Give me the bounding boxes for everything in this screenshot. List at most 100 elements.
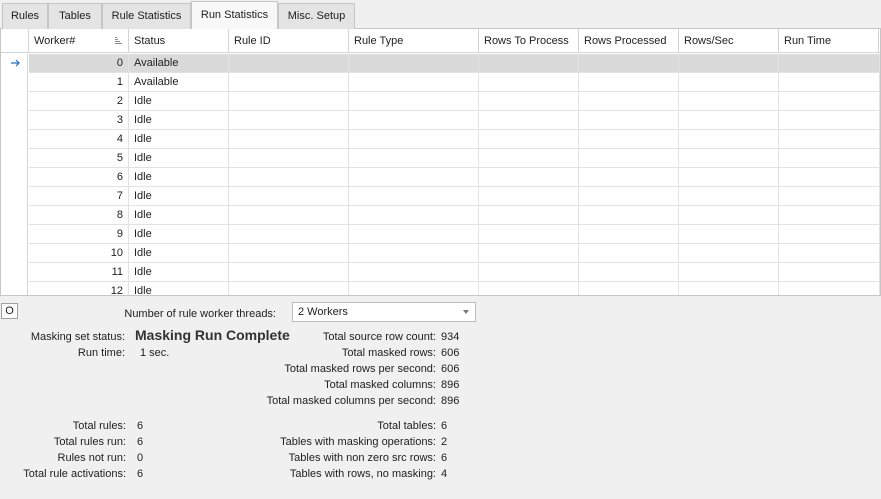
cell-empty[interactable]	[229, 130, 349, 149]
cell-worker[interactable]: 9	[29, 225, 129, 244]
cell-empty[interactable]	[479, 244, 579, 263]
table-row[interactable]: 7 Idle	[1, 187, 880, 206]
cell-worker[interactable]: 1	[29, 73, 129, 92]
table-row[interactable]: 9 Idle	[1, 225, 880, 244]
cell-empty[interactable]	[479, 111, 579, 130]
column-header-rows-per-sec[interactable]: Rows/Sec	[679, 29, 779, 53]
column-header-run-time[interactable]: Run Time	[779, 29, 879, 53]
cell-empty[interactable]	[779, 187, 880, 206]
cell-status[interactable]: Idle	[129, 244, 229, 263]
cell-empty[interactable]	[479, 168, 579, 187]
cell-empty[interactable]	[479, 92, 579, 111]
cell-empty[interactable]	[679, 73, 779, 92]
cell-empty[interactable]	[579, 168, 679, 187]
cell-empty[interactable]	[479, 149, 579, 168]
cell-empty[interactable]	[579, 282, 679, 295]
table-row[interactable]: 8 Idle	[1, 206, 880, 225]
cell-empty[interactable]	[779, 263, 880, 282]
cell-worker[interactable]: 3	[29, 111, 129, 130]
cell-empty[interactable]	[479, 54, 579, 73]
cell-worker[interactable]: 2	[29, 92, 129, 111]
worker-threads-select[interactable]: 2 Workers	[292, 302, 476, 322]
cell-empty[interactable]	[479, 73, 579, 92]
cell-empty[interactable]	[349, 206, 479, 225]
cell-empty[interactable]	[579, 244, 679, 263]
cell-empty[interactable]	[349, 282, 479, 295]
cell-empty[interactable]	[479, 282, 579, 295]
tab-run-statistics[interactable]: Run Statistics	[191, 1, 278, 30]
cell-empty[interactable]	[479, 225, 579, 244]
cell-empty[interactable]	[679, 149, 779, 168]
cell-empty[interactable]	[349, 130, 479, 149]
cell-empty[interactable]	[229, 54, 349, 73]
cell-empty[interactable]	[579, 111, 679, 130]
cell-empty[interactable]	[479, 206, 579, 225]
cell-empty[interactable]	[679, 244, 779, 263]
cell-empty[interactable]	[579, 225, 679, 244]
cell-empty[interactable]	[349, 149, 479, 168]
cell-empty[interactable]	[579, 54, 679, 73]
cell-empty[interactable]	[229, 168, 349, 187]
cell-worker[interactable]: 5	[29, 149, 129, 168]
cell-empty[interactable]	[229, 206, 349, 225]
cell-empty[interactable]	[779, 130, 880, 149]
cell-worker[interactable]: 0	[29, 54, 129, 73]
cell-empty[interactable]	[579, 73, 679, 92]
cell-empty[interactable]	[779, 225, 880, 244]
cell-empty[interactable]	[479, 130, 579, 149]
cell-worker[interactable]: 4	[29, 130, 129, 149]
cell-empty[interactable]	[479, 263, 579, 282]
column-header-rows-to-process[interactable]: Rows To Process	[479, 29, 579, 53]
cell-empty[interactable]	[679, 54, 779, 73]
cell-empty[interactable]	[779, 111, 880, 130]
cell-empty[interactable]	[779, 206, 880, 225]
tab-misc-setup[interactable]: Misc. Setup	[278, 3, 355, 29]
cell-empty[interactable]	[779, 282, 880, 295]
cell-empty[interactable]	[349, 92, 479, 111]
table-row[interactable]: 11 Idle	[1, 263, 880, 282]
cell-empty[interactable]	[679, 206, 779, 225]
cell-status[interactable]: Idle	[129, 130, 229, 149]
options-button[interactable]: O	[1, 303, 18, 319]
cell-empty[interactable]	[579, 92, 679, 111]
worker-grid[interactable]: Worker# Status Rule ID Rule Type Rows To…	[0, 29, 881, 296]
cell-empty[interactable]	[779, 168, 880, 187]
cell-status[interactable]: Idle	[129, 149, 229, 168]
cell-status[interactable]: Idle	[129, 187, 229, 206]
table-row[interactable]: 5 Idle	[1, 149, 880, 168]
cell-empty[interactable]	[349, 187, 479, 206]
cell-empty[interactable]	[349, 244, 479, 263]
tab-rule-statistics[interactable]: Rule Statistics	[102, 3, 191, 29]
cell-empty[interactable]	[679, 92, 779, 111]
cell-status[interactable]: Idle	[129, 282, 229, 295]
cell-empty[interactable]	[349, 225, 479, 244]
table-row[interactable]: 1 Available	[1, 73, 880, 92]
cell-empty[interactable]	[229, 263, 349, 282]
cell-empty[interactable]	[579, 206, 679, 225]
cell-empty[interactable]	[349, 263, 479, 282]
cell-worker[interactable]: 10	[29, 244, 129, 263]
cell-status[interactable]: Idle	[129, 111, 229, 130]
cell-empty[interactable]	[679, 225, 779, 244]
cell-empty[interactable]	[229, 225, 349, 244]
cell-empty[interactable]	[349, 73, 479, 92]
table-row[interactable]: 12 Idle	[1, 282, 880, 295]
table-row[interactable]: 4 Idle	[1, 130, 880, 149]
cell-empty[interactable]	[679, 168, 779, 187]
cell-empty[interactable]	[229, 92, 349, 111]
cell-empty[interactable]	[679, 282, 779, 295]
cell-status[interactable]: Available	[129, 54, 229, 73]
cell-empty[interactable]	[579, 263, 679, 282]
cell-empty[interactable]	[779, 244, 880, 263]
cell-empty[interactable]	[229, 111, 349, 130]
column-header-rule-type[interactable]: Rule Type	[349, 29, 479, 53]
cell-empty[interactable]	[229, 149, 349, 168]
table-row[interactable]: 2 Idle	[1, 92, 880, 111]
tab-rules[interactable]: Rules	[2, 3, 48, 29]
cell-empty[interactable]	[779, 54, 880, 73]
cell-empty[interactable]	[229, 187, 349, 206]
cell-status[interactable]: Idle	[129, 206, 229, 225]
cell-empty[interactable]	[479, 187, 579, 206]
cell-status[interactable]: Idle	[129, 263, 229, 282]
column-header-rule-id[interactable]: Rule ID	[229, 29, 349, 53]
